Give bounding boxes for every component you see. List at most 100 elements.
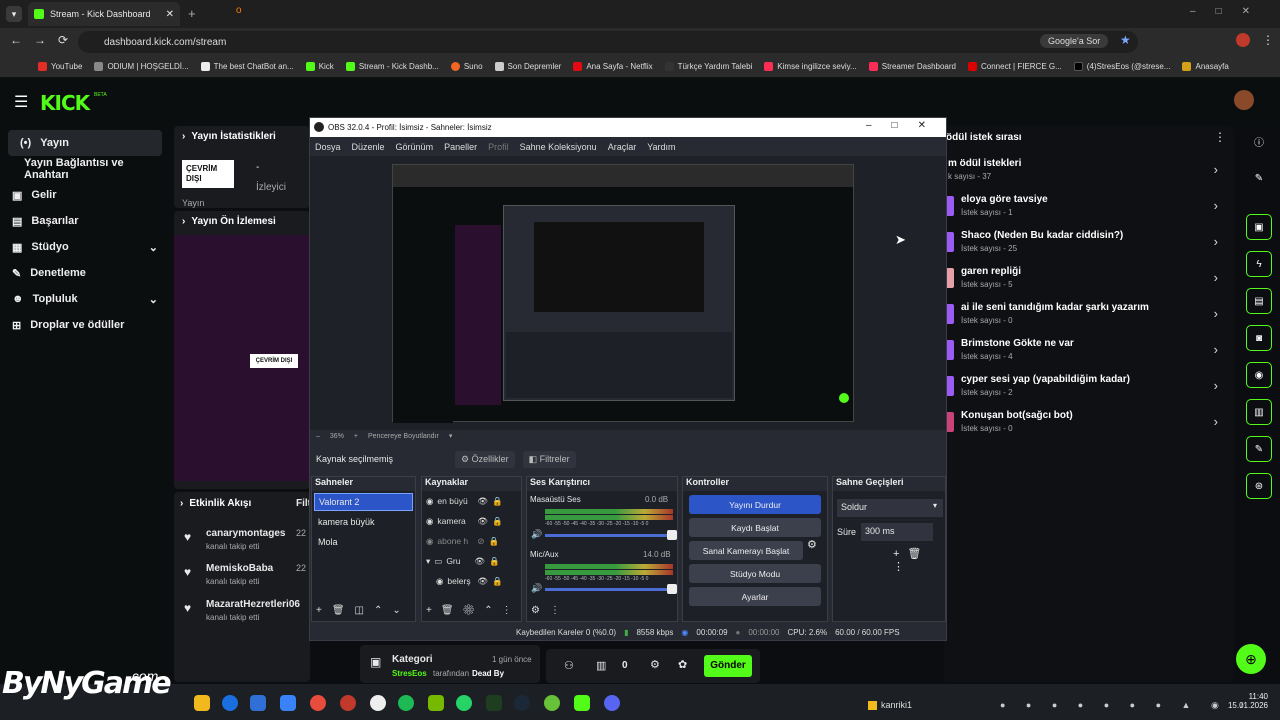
app-icon[interactable] bbox=[280, 695, 296, 711]
eye-icon[interactable]: 👁 bbox=[477, 516, 488, 527]
reward-item[interactable]: Konuşan bot(sağcı bot) İstek sayısı - 0 › bbox=[946, 410, 1226, 444]
steam-icon[interactable] bbox=[514, 695, 530, 711]
category-card[interactable]: ▣ Kategori 1 gün önce StresEos tarafında… bbox=[360, 645, 540, 683]
source-item[interactable]: ◉ en büyü 👁 🔒 bbox=[422, 491, 521, 511]
chevron-down-icon[interactable]: ▾ bbox=[449, 432, 453, 440]
profile-avatar[interactable] bbox=[1236, 33, 1250, 47]
browser-tab[interactable]: Stream - Kick Dashboard ✕ bbox=[28, 2, 180, 26]
sidebar-item-basarilar[interactable]: ▤ Başarılar bbox=[0, 208, 170, 234]
bookmark-item[interactable]: Kick bbox=[305, 62, 334, 71]
lock-icon[interactable]: 🔒 bbox=[492, 516, 503, 527]
capture-icon[interactable]: ▣ bbox=[1246, 214, 1272, 240]
bookmark-item[interactable]: ODIUM | HOŞGELDİ... bbox=[94, 62, 189, 71]
source-item[interactable]: ◉ belerş 👁 🔒 bbox=[422, 571, 521, 591]
bookmark-item[interactable]: Son Depremler bbox=[494, 62, 561, 71]
hamburger-menu-icon[interactable]: ☰ bbox=[14, 92, 28, 112]
bookmark-item[interactable]: YouTube bbox=[38, 62, 82, 71]
sidebar-item-studyo[interactable]: ▦ Stüdyo ⌄ bbox=[0, 234, 170, 260]
user-avatar[interactable] bbox=[1234, 90, 1254, 110]
store-icon[interactable] bbox=[250, 695, 266, 711]
menu-yardim[interactable]: Yardım bbox=[647, 142, 675, 152]
bookmark-item[interactable]: Anasayfa bbox=[1182, 62, 1229, 71]
close-tab-icon[interactable]: ✕ bbox=[166, 9, 174, 20]
lock-icon[interactable]: 🔒 bbox=[489, 556, 500, 567]
info-icon[interactable]: ⓘ bbox=[1246, 128, 1272, 154]
scene-item[interactable]: Valorant 2 bbox=[314, 493, 413, 511]
sidebar-item-stream-key[interactable]: Yayın Bağlantısı ve Anahtarı bbox=[0, 156, 170, 182]
chrome-icon[interactable] bbox=[310, 695, 326, 711]
start-recording-button[interactable]: Kaydı Başlat bbox=[689, 518, 821, 537]
menu-dosya[interactable]: Dosya bbox=[315, 142, 341, 152]
eye-icon[interactable]: 👁 bbox=[477, 496, 488, 507]
source-group-item[interactable]: ▾ ▭ Gru 👁 🔒 bbox=[422, 551, 521, 571]
tab-list-icon[interactable]: ▾ bbox=[6, 6, 22, 22]
source-item[interactable]: ◉ abone h ⊘ 🔒 bbox=[422, 531, 521, 551]
emote-icon[interactable]: ✿ bbox=[678, 658, 687, 671]
volume-slider[interactable] bbox=[545, 534, 673, 537]
volume-slider-handle[interactable] bbox=[667, 584, 677, 594]
reward-item[interactable]: Brimstone Gökte ne var İstek sayısı - 4 › bbox=[946, 338, 1226, 372]
bookmark-item[interactable]: The best ChatBot an... bbox=[200, 62, 294, 71]
google-ask-button[interactable]: Google'a Sor bbox=[1040, 34, 1109, 48]
bookmark-item[interactable]: Suno bbox=[450, 62, 483, 71]
transition-select[interactable]: Soldur bbox=[837, 499, 943, 517]
send-button[interactable]: Gönder bbox=[704, 655, 752, 677]
support-fab-icon[interactable]: ⊕ bbox=[1236, 644, 1266, 674]
bookmark-item[interactable]: Connect | FIERCE G... bbox=[968, 62, 1062, 71]
stop-stream-button[interactable]: Yayını Durdur bbox=[689, 495, 821, 514]
sidebar-item-yayin[interactable]: (•) Yayın bbox=[8, 130, 162, 156]
reward-item[interactable]: cyper sesi yap (yapabildiğim kadar) İstek… bbox=[946, 374, 1226, 408]
lock-icon[interactable]: 🔒 bbox=[492, 496, 503, 507]
fit-to-window[interactable]: Pencereye Boyutlandır bbox=[368, 433, 439, 440]
scene-item[interactable]: Mola bbox=[312, 533, 415, 553]
duration-input[interactable]: 300 ms bbox=[861, 523, 933, 541]
wrench-icon[interactable]: ✎ bbox=[1246, 436, 1272, 462]
terminal-icon[interactable] bbox=[486, 695, 502, 711]
spotify-icon[interactable] bbox=[398, 695, 414, 711]
lightning-icon[interactable]: ϟ bbox=[1246, 251, 1272, 277]
reward-item[interactable]: m ödül istekleri k sayısı - 37 › bbox=[946, 158, 1226, 192]
sidebar-item-gelir[interactable]: ▣ Gelir bbox=[0, 182, 170, 208]
sidebar-item-topluluk[interactable]: ☻ Topluluk ⌄ bbox=[0, 286, 170, 312]
menu-araclar[interactable]: Araçlar bbox=[608, 142, 637, 152]
menu-gorunum[interactable]: Görünüm bbox=[396, 142, 434, 152]
bookmark-item[interactable]: Kimse ingilizce seviy... bbox=[764, 62, 857, 71]
taskbar-user[interactable]: kanriki1 bbox=[868, 700, 912, 710]
volume-slider-handle[interactable] bbox=[667, 530, 677, 540]
scene-item[interactable]: kamera büyük bbox=[312, 513, 415, 533]
settings-icon[interactable]: ⚙ bbox=[650, 658, 660, 671]
eye-icon[interactable]: 👁 bbox=[474, 556, 485, 567]
system-tray-icons[interactable]: ● ● ● ● ● ● ● ▲ ◉ ♪ bbox=[1000, 700, 1253, 711]
opera-icon[interactable] bbox=[340, 695, 356, 711]
scene-toolbar-icons[interactable]: +🗑◫⌃⌄ bbox=[316, 605, 411, 616]
speaker-icon[interactable]: 🔊 bbox=[531, 529, 542, 540]
lock-icon[interactable]: 🔒 bbox=[492, 576, 503, 587]
reward-item[interactable]: ai ile seni tanıdığım kadar şarkı yazarı… bbox=[946, 302, 1226, 336]
browser-menu-icon[interactable]: ⋮ bbox=[1262, 33, 1274, 47]
layout-icon[interactable]: ▥ bbox=[1246, 399, 1272, 425]
lock-icon[interactable]: 🔒 bbox=[489, 536, 500, 547]
file-explorer-icon[interactable] bbox=[194, 695, 210, 711]
clock[interactable]: 11:40 15.01.2026 bbox=[1222, 692, 1268, 710]
filters-button[interactable]: ◧ Filtreler bbox=[522, 450, 576, 468]
bookmark-item[interactable]: Ana Sayfa - Netflix bbox=[573, 62, 653, 71]
virtual-camera-settings-icon[interactable]: ⚙ bbox=[807, 538, 817, 551]
mixer-toolbar-icons[interactable]: ⚙⋮ bbox=[531, 605, 570, 616]
obs-icon[interactable] bbox=[370, 695, 386, 711]
bookmark-item[interactable]: Streamer Dashboard bbox=[868, 62, 956, 71]
sidebar-item-droplar[interactable]: ⊞ Droplar ve ödüller bbox=[0, 312, 170, 338]
eye-icon[interactable]: 👁 bbox=[477, 576, 488, 587]
reward-item[interactable]: eloya göre tavsiye İstek sayısı - 1 › bbox=[946, 194, 1226, 228]
reward-item[interactable]: Shaco (Neden Bu kadar ciddisin?) İstek sa… bbox=[946, 230, 1226, 264]
kick-app-icon[interactable] bbox=[574, 695, 590, 711]
obs-preview-canvas[interactable] bbox=[310, 156, 946, 430]
edit-icon[interactable]: ✎ bbox=[1246, 165, 1272, 191]
gift-icon[interactable]: ▥ bbox=[596, 659, 606, 672]
menu-profil[interactable]: Profil bbox=[488, 142, 509, 152]
new-tab-icon[interactable]: + bbox=[188, 6, 196, 21]
kick-logo[interactable]: KICK bbox=[40, 91, 90, 115]
transition-toolbar-icons[interactable]: +🗑⋮ bbox=[893, 547, 945, 573]
bookmark-item[interactable]: Stream - Kick Dashb... bbox=[345, 62, 439, 71]
share-icon[interactable]: ⊛ bbox=[1246, 473, 1272, 499]
menu-paneller[interactable]: Paneller bbox=[444, 142, 477, 152]
